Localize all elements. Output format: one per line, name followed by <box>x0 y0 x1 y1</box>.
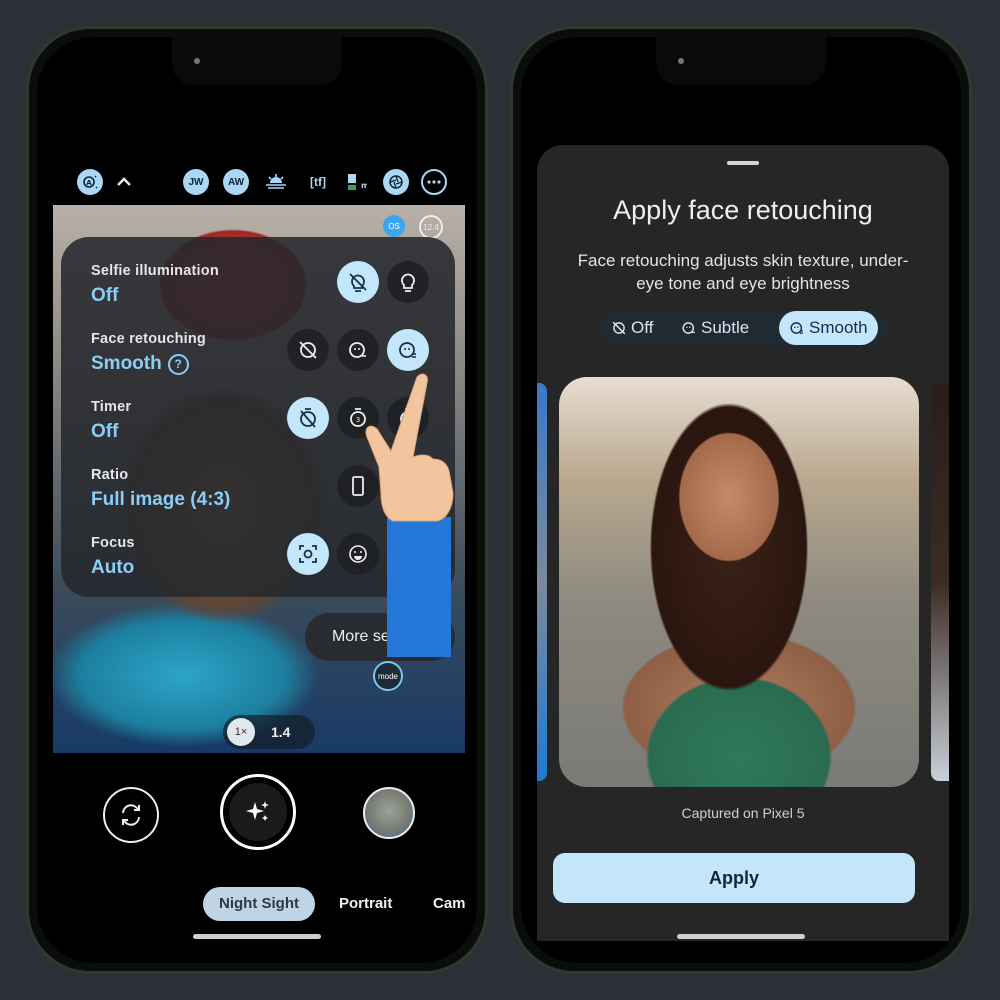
retouch-smooth-button[interactable] <box>387 329 429 371</box>
os-badge[interactable]: OS <box>383 215 405 237</box>
left-phone-frame: A JW AW [tf] m OS 12.4 Selfie illuminati… <box>26 26 488 974</box>
setting-selfie-illumination: Selfie illumination Off <box>91 263 219 307</box>
more-options-icon[interactable] <box>421 169 447 195</box>
retouch-option-smooth[interactable]: Smooth <box>779 311 878 345</box>
photo-caption: Captured on Pixel 5 <box>681 805 805 821</box>
counter-label: 12.4 <box>423 222 439 232</box>
timer-10s-button[interactable]: 10 <box>387 397 429 439</box>
retouch-subtle-icon <box>682 322 695 334</box>
quick-settings-panel: Selfie illumination Off Face retouching … <box>61 237 455 597</box>
mode-camera[interactable]: Cam <box>433 887 466 921</box>
gallery-thumbnail[interactable] <box>363 787 415 839</box>
setting-value: Off <box>91 421 119 442</box>
ratio-full-button[interactable] <box>337 465 379 507</box>
sheet-title: Apply face retouching <box>613 195 873 225</box>
zoom-selector: 1× 1.4 <box>223 715 315 749</box>
os-label: OS <box>388 221 400 231</box>
retouch-off-icon <box>612 321 626 335</box>
setting-value-row: Smooth? <box>91 353 206 375</box>
setting-value: Smooth <box>91 353 162 374</box>
aw-label: AW <box>227 176 245 188</box>
illumination-on-button[interactable] <box>387 261 429 303</box>
zoom-1-4-button[interactable]: 1.4 <box>271 724 290 740</box>
shutter-button[interactable] <box>220 774 296 850</box>
counter-badge: 12.4 <box>419 215 443 239</box>
camera-top-bar: A JW AW [tf] m <box>37 161 477 201</box>
drag-handle[interactable] <box>727 161 759 165</box>
focus-auto-button[interactable] <box>287 533 329 575</box>
retouch-option-subtle[interactable]: Subtle <box>671 311 759 345</box>
zoom-1x-button[interactable]: 1× <box>227 718 255 746</box>
retouch-off-button[interactable] <box>287 329 329 371</box>
setting-face-retouching: Face retouching Smooth? <box>91 331 206 375</box>
setting-label: Focus <box>91 535 135 551</box>
hdr-mode-icon[interactable]: m <box>343 169 369 195</box>
setting-value: Off <box>91 285 119 306</box>
option-label: Smooth <box>809 318 868 337</box>
option-label: Subtle <box>701 318 750 337</box>
svg-text:3: 3 <box>356 416 360 424</box>
mode-portrait[interactable]: Portrait <box>339 887 392 921</box>
previous-sample-peek[interactable] <box>537 383 547 781</box>
auto-exposure-icon[interactable]: A <box>77 169 103 195</box>
jw-label: JW <box>188 176 204 188</box>
camera-screen: A JW AW [tf] m OS 12.4 Selfie illuminati… <box>37 37 477 963</box>
tf-format-icon[interactable]: [tf] <box>303 169 333 195</box>
aperture-icon[interactable] <box>383 169 409 195</box>
home-indicator[interactable] <box>677 934 805 939</box>
white-balance-aw-icon[interactable]: AW <box>223 169 249 195</box>
setting-label: Ratio <box>91 467 129 483</box>
retouch-option-off[interactable]: Off <box>601 311 663 345</box>
sparkle-icon <box>246 801 269 821</box>
sunset-exposure-icon[interactable] <box>263 169 289 195</box>
face-retouching-sheet: Apply face retouching Face retouching ad… <box>537 145 949 941</box>
mode-chip[interactable]: mode <box>373 661 403 691</box>
help-icon[interactable]: ? <box>167 353 189 375</box>
retouch-smooth-icon <box>790 322 803 334</box>
timer-off-button[interactable] <box>287 397 329 439</box>
front-camera-dot <box>678 58 684 64</box>
retouch-level-selector: Off Subtle Smooth <box>601 311 887 345</box>
more-settings-button[interactable]: More settings <box>305 613 455 661</box>
white-balance-jw-icon[interactable]: JW <box>183 169 209 195</box>
home-indicator[interactable] <box>193 934 321 939</box>
timer-3s-button[interactable]: 3 <box>337 397 379 439</box>
apply-button[interactable]: Apply <box>553 853 915 903</box>
notch <box>172 37 342 85</box>
setting-timer: Timer Off <box>91 399 131 443</box>
setting-label: Face retouching <box>91 331 206 347</box>
setting-value: Auto <box>91 557 135 578</box>
setting-focus: Focus Auto <box>91 535 135 579</box>
next-sample-peek[interactable] <box>931 383 949 781</box>
camera-mode-selector: Night Sight Portrait Cam <box>37 887 477 921</box>
illumination-off-button[interactable] <box>337 261 379 303</box>
setting-label: Selfie illumination <box>91 263 219 279</box>
right-phone-frame: Apply face retouching Face retouching ad… <box>510 26 972 974</box>
svg-text:10: 10 <box>404 417 412 424</box>
option-label: Off <box>631 318 654 337</box>
setting-ratio: Ratio Full image (4:3) <box>91 467 230 511</box>
svg-text:m: m <box>361 181 367 190</box>
switch-camera-button[interactable] <box>103 787 159 843</box>
notch <box>656 37 826 85</box>
shutter-inner <box>229 783 287 841</box>
svg-text:A: A <box>86 179 92 187</box>
setting-label: Timer <box>91 399 132 415</box>
sheet-description: Face retouching adjusts skin texture, un… <box>577 251 909 293</box>
sample-photo[interactable] <box>559 377 919 787</box>
mode-night-sight[interactable]: Night Sight <box>203 887 315 921</box>
retouch-subtle-button[interactable] <box>337 329 379 371</box>
tf-label: [tf] <box>310 175 326 189</box>
focus-face-button[interactable] <box>337 533 379 575</box>
front-camera-dot <box>194 58 200 64</box>
setting-value: Full image (4:3) <box>91 489 231 510</box>
chevron-up-icon[interactable] <box>111 169 137 195</box>
retouch-screen: Apply face retouching Face retouching ad… <box>521 37 961 963</box>
